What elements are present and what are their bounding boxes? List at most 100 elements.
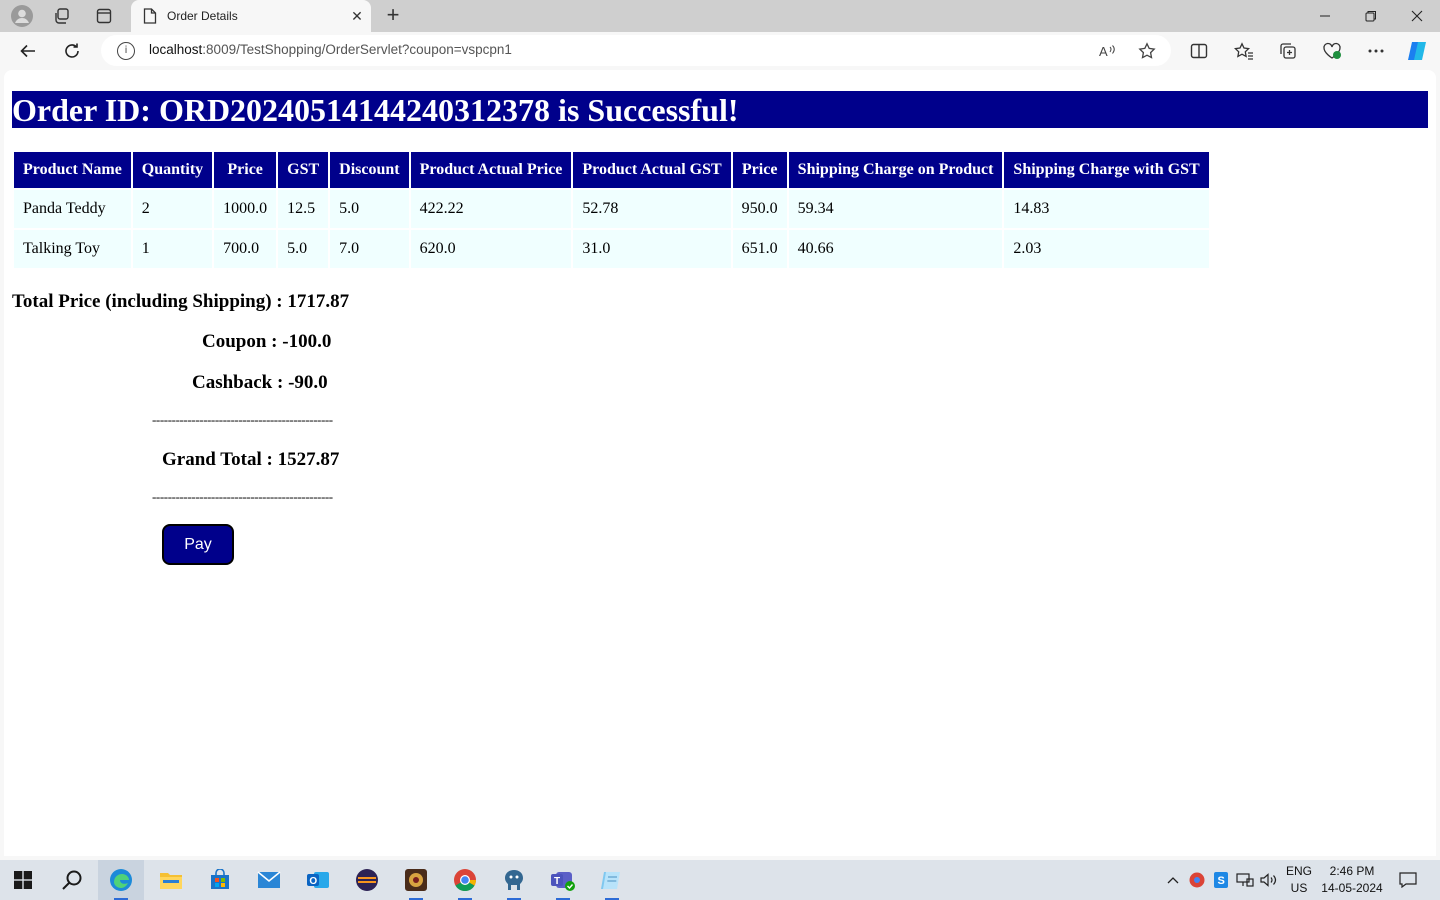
svg-text:A: A (1099, 44, 1108, 59)
taskbar: O T S ENG US 2:46 PM 14-05-2024 (0, 860, 1440, 900)
minimize-icon[interactable] (1302, 0, 1348, 32)
url-path: :8009/TestShopping/OrderServlet?coupon=v… (202, 42, 512, 57)
table-cell: 422.22 (410, 190, 572, 228)
workspaces-icon[interactable] (50, 4, 74, 28)
pgadmin-icon[interactable] (491, 860, 537, 900)
table-cell: 1 (132, 230, 213, 268)
favorites-icon[interactable] (1230, 37, 1258, 65)
col-quantity: Quantity (132, 152, 213, 188)
address-bar[interactable]: i localhost:8009/TestShopping/OrderServl… (101, 35, 1171, 66)
table-cell: Talking Toy (14, 230, 131, 268)
mail-icon[interactable] (246, 860, 292, 900)
order-heading: Order ID: ORD20240514144240312378 is Suc… (12, 91, 1428, 128)
table-row: Panda Teddy 2 1000.0 12.5 5.0 422.22 52.… (14, 190, 1209, 228)
col-shipping-charge-gst: Shipping Charge with GST (1004, 152, 1209, 188)
chrome-icon[interactable] (442, 860, 488, 900)
table-header-row: Product Name Quantity Price GST Discount… (14, 152, 1209, 188)
table-cell: 59.34 (788, 190, 1003, 228)
favorite-star-icon[interactable] (1136, 40, 1158, 62)
table-cell: 620.0 (410, 230, 572, 268)
separator-line: ----------------------------------------… (152, 412, 333, 427)
clock-time: 2:46 PM (1329, 864, 1375, 878)
restore-icon[interactable] (1348, 0, 1394, 32)
table-cell: 52.78 (573, 190, 731, 228)
outlook-icon[interactable]: O (295, 860, 341, 900)
tab-strip: Order Details ✕ + (0, 0, 1440, 32)
file-explorer-icon[interactable] (148, 860, 194, 900)
store-icon[interactable] (197, 860, 243, 900)
table-cell: 700.0 (214, 230, 277, 268)
game-app-icon[interactable] (393, 860, 439, 900)
tab-order-details[interactable]: Order Details ✕ (131, 0, 371, 32)
language-code: ENG (1285, 864, 1312, 878)
network-icon[interactable] (1234, 860, 1256, 900)
new-tab-icon[interactable]: + (380, 3, 406, 29)
refresh-icon[interactable] (57, 36, 87, 66)
edge-taskbar-icon[interactable] (98, 860, 144, 900)
split-screen-icon[interactable] (1185, 37, 1213, 65)
search-icon[interactable] (49, 860, 95, 900)
site-info-icon[interactable]: i (117, 42, 135, 60)
volume-icon[interactable] (1258, 860, 1280, 900)
order-table: Product Name Quantity Price GST Discount… (12, 150, 1211, 270)
table-cell: 7.0 (330, 230, 409, 268)
table-cell: 40.66 (788, 230, 1003, 268)
col-shipping-charge: Shipping Charge on Product (788, 152, 1003, 188)
col-price: Price (214, 152, 277, 188)
url-host: localhost (149, 42, 203, 57)
security-tray-icon[interactable]: S (1210, 860, 1232, 900)
svg-text:O: O (309, 876, 317, 887)
close-window-icon[interactable] (1394, 0, 1440, 32)
separator-line-bottom: ----------------------------------------… (152, 489, 333, 504)
table-cell: Panda Teddy (14, 190, 131, 228)
browser-toolbar: i localhost:8009/TestShopping/OrderServl… (0, 32, 1440, 70)
copilot-icon[interactable] (1403, 37, 1431, 65)
table-cell: 1000.0 (214, 190, 277, 228)
col-product-actual-price: Product Actual Price (410, 152, 572, 188)
col-discount: Discount (330, 152, 409, 188)
coupon-text: Coupon : -100.0 (202, 331, 332, 352)
eclipse-icon[interactable] (344, 860, 390, 900)
table-cell: 2.03 (1004, 230, 1209, 268)
svg-text:S: S (1218, 875, 1225, 887)
back-icon[interactable] (13, 36, 43, 66)
table-cell: 950.0 (732, 190, 787, 228)
table-cell: 5.0 (330, 190, 409, 228)
more-options-icon[interactable] (1362, 37, 1390, 65)
page-icon (143, 8, 157, 24)
notifications-icon[interactable] (1394, 860, 1422, 900)
teams-icon[interactable]: T (540, 860, 586, 900)
table-cell: 2 (132, 190, 213, 228)
clock-date: 14-05-2024 (1321, 881, 1383, 895)
collections-icon[interactable] (1274, 37, 1302, 65)
region-code: US (1290, 881, 1308, 895)
table-cell: 12.5 (278, 190, 329, 228)
page-viewport: Order ID: ORD20240514144240312378 is Suc… (4, 70, 1436, 856)
clock[interactable]: 2:46 PM 14-05-2024 (1318, 863, 1386, 897)
svg-text:T: T (554, 876, 560, 887)
col-gst: GST (278, 152, 329, 188)
profile-icon[interactable] (10, 4, 34, 28)
table-cell: 31.0 (573, 230, 731, 268)
close-tab-icon[interactable]: ✕ (343, 8, 371, 25)
total-price-text: Total Price (including Shipping) : 1717.… (12, 291, 350, 312)
browser-tray-icon[interactable] (1186, 860, 1208, 900)
url-text: localhost:8009/TestShopping/OrderServlet… (149, 42, 512, 57)
chevron-up-icon[interactable] (1162, 860, 1184, 900)
grand-total-text: Grand Total : 1527.87 (162, 449, 340, 470)
table-row: Talking Toy 1 700.0 5.0 7.0 620.0 31.0 6… (14, 230, 1209, 268)
cashback-text: Cashback : -90.0 (192, 372, 328, 393)
tab-title: Order Details (167, 9, 238, 23)
browser-essentials-icon[interactable] (1318, 37, 1346, 65)
tab-actions-icon[interactable] (92, 4, 116, 28)
table-cell: 14.83 (1004, 190, 1209, 228)
start-icon[interactable] (0, 860, 46, 900)
col-product-name: Product Name (14, 152, 131, 188)
table-cell: 651.0 (732, 230, 787, 268)
notepad-icon[interactable] (589, 860, 635, 900)
pay-button[interactable]: Pay (162, 524, 234, 565)
col-product-actual-gst: Product Actual GST (573, 152, 731, 188)
language-indicator[interactable]: ENG US (1284, 863, 1314, 897)
col-final-price: Price (732, 152, 787, 188)
read-aloud-icon[interactable]: A (1096, 40, 1118, 62)
